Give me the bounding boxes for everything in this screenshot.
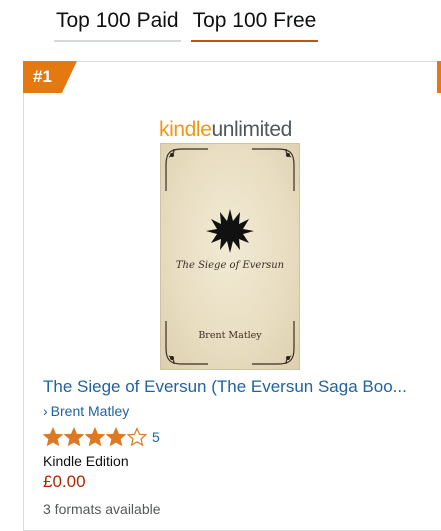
product-title-link[interactable]: The Siege of Eversun (The Eversun Saga B… — [43, 375, 423, 399]
star-empty-icon — [127, 427, 147, 447]
kindle-unlimited-logo-kindle: kindle — [159, 118, 212, 141]
rank-badge: #1 — [23, 61, 77, 93]
cover-author-text: Brent Matley — [198, 330, 262, 341]
tab-top-100-free[interactable]: Top 100 Free — [190, 7, 319, 42]
price[interactable]: £0.00 — [43, 471, 86, 493]
author-link[interactable]: › Brent Matley — [43, 402, 129, 420]
black-sun-icon — [206, 209, 254, 253]
star-filled-icon — [43, 427, 63, 447]
kindle-unlimited-logo-unlimited: unlimited — [211, 118, 292, 141]
star-filled-icon — [106, 427, 126, 447]
tab-top-100-paid[interactable]: Top 100 Paid — [54, 7, 181, 42]
next-card-accent — [437, 61, 441, 93]
format-label: Kindle Edition — [43, 453, 129, 469]
author-name: Brent Matley — [50, 403, 130, 419]
star-filled-icon — [85, 427, 105, 447]
cover-title-text: The Siege of Eversun — [175, 260, 285, 271]
star-filled-icon — [64, 427, 84, 447]
rating-row: 5 — [43, 427, 160, 447]
book-cover-image[interactable]: The Siege of Eversun Brent Matley — [160, 143, 300, 370]
star-rating[interactable] — [43, 427, 148, 447]
formats-available-link[interactable]: 3 formats available — [43, 500, 161, 518]
review-count-link[interactable]: 5 — [152, 428, 160, 446]
kindle-unlimited-logo: kindleunlimited — [159, 118, 292, 142]
bestseller-tabs: Top 100 Paid Top 100 Free — [54, 7, 319, 42]
chevron-right-icon: › — [43, 403, 48, 419]
